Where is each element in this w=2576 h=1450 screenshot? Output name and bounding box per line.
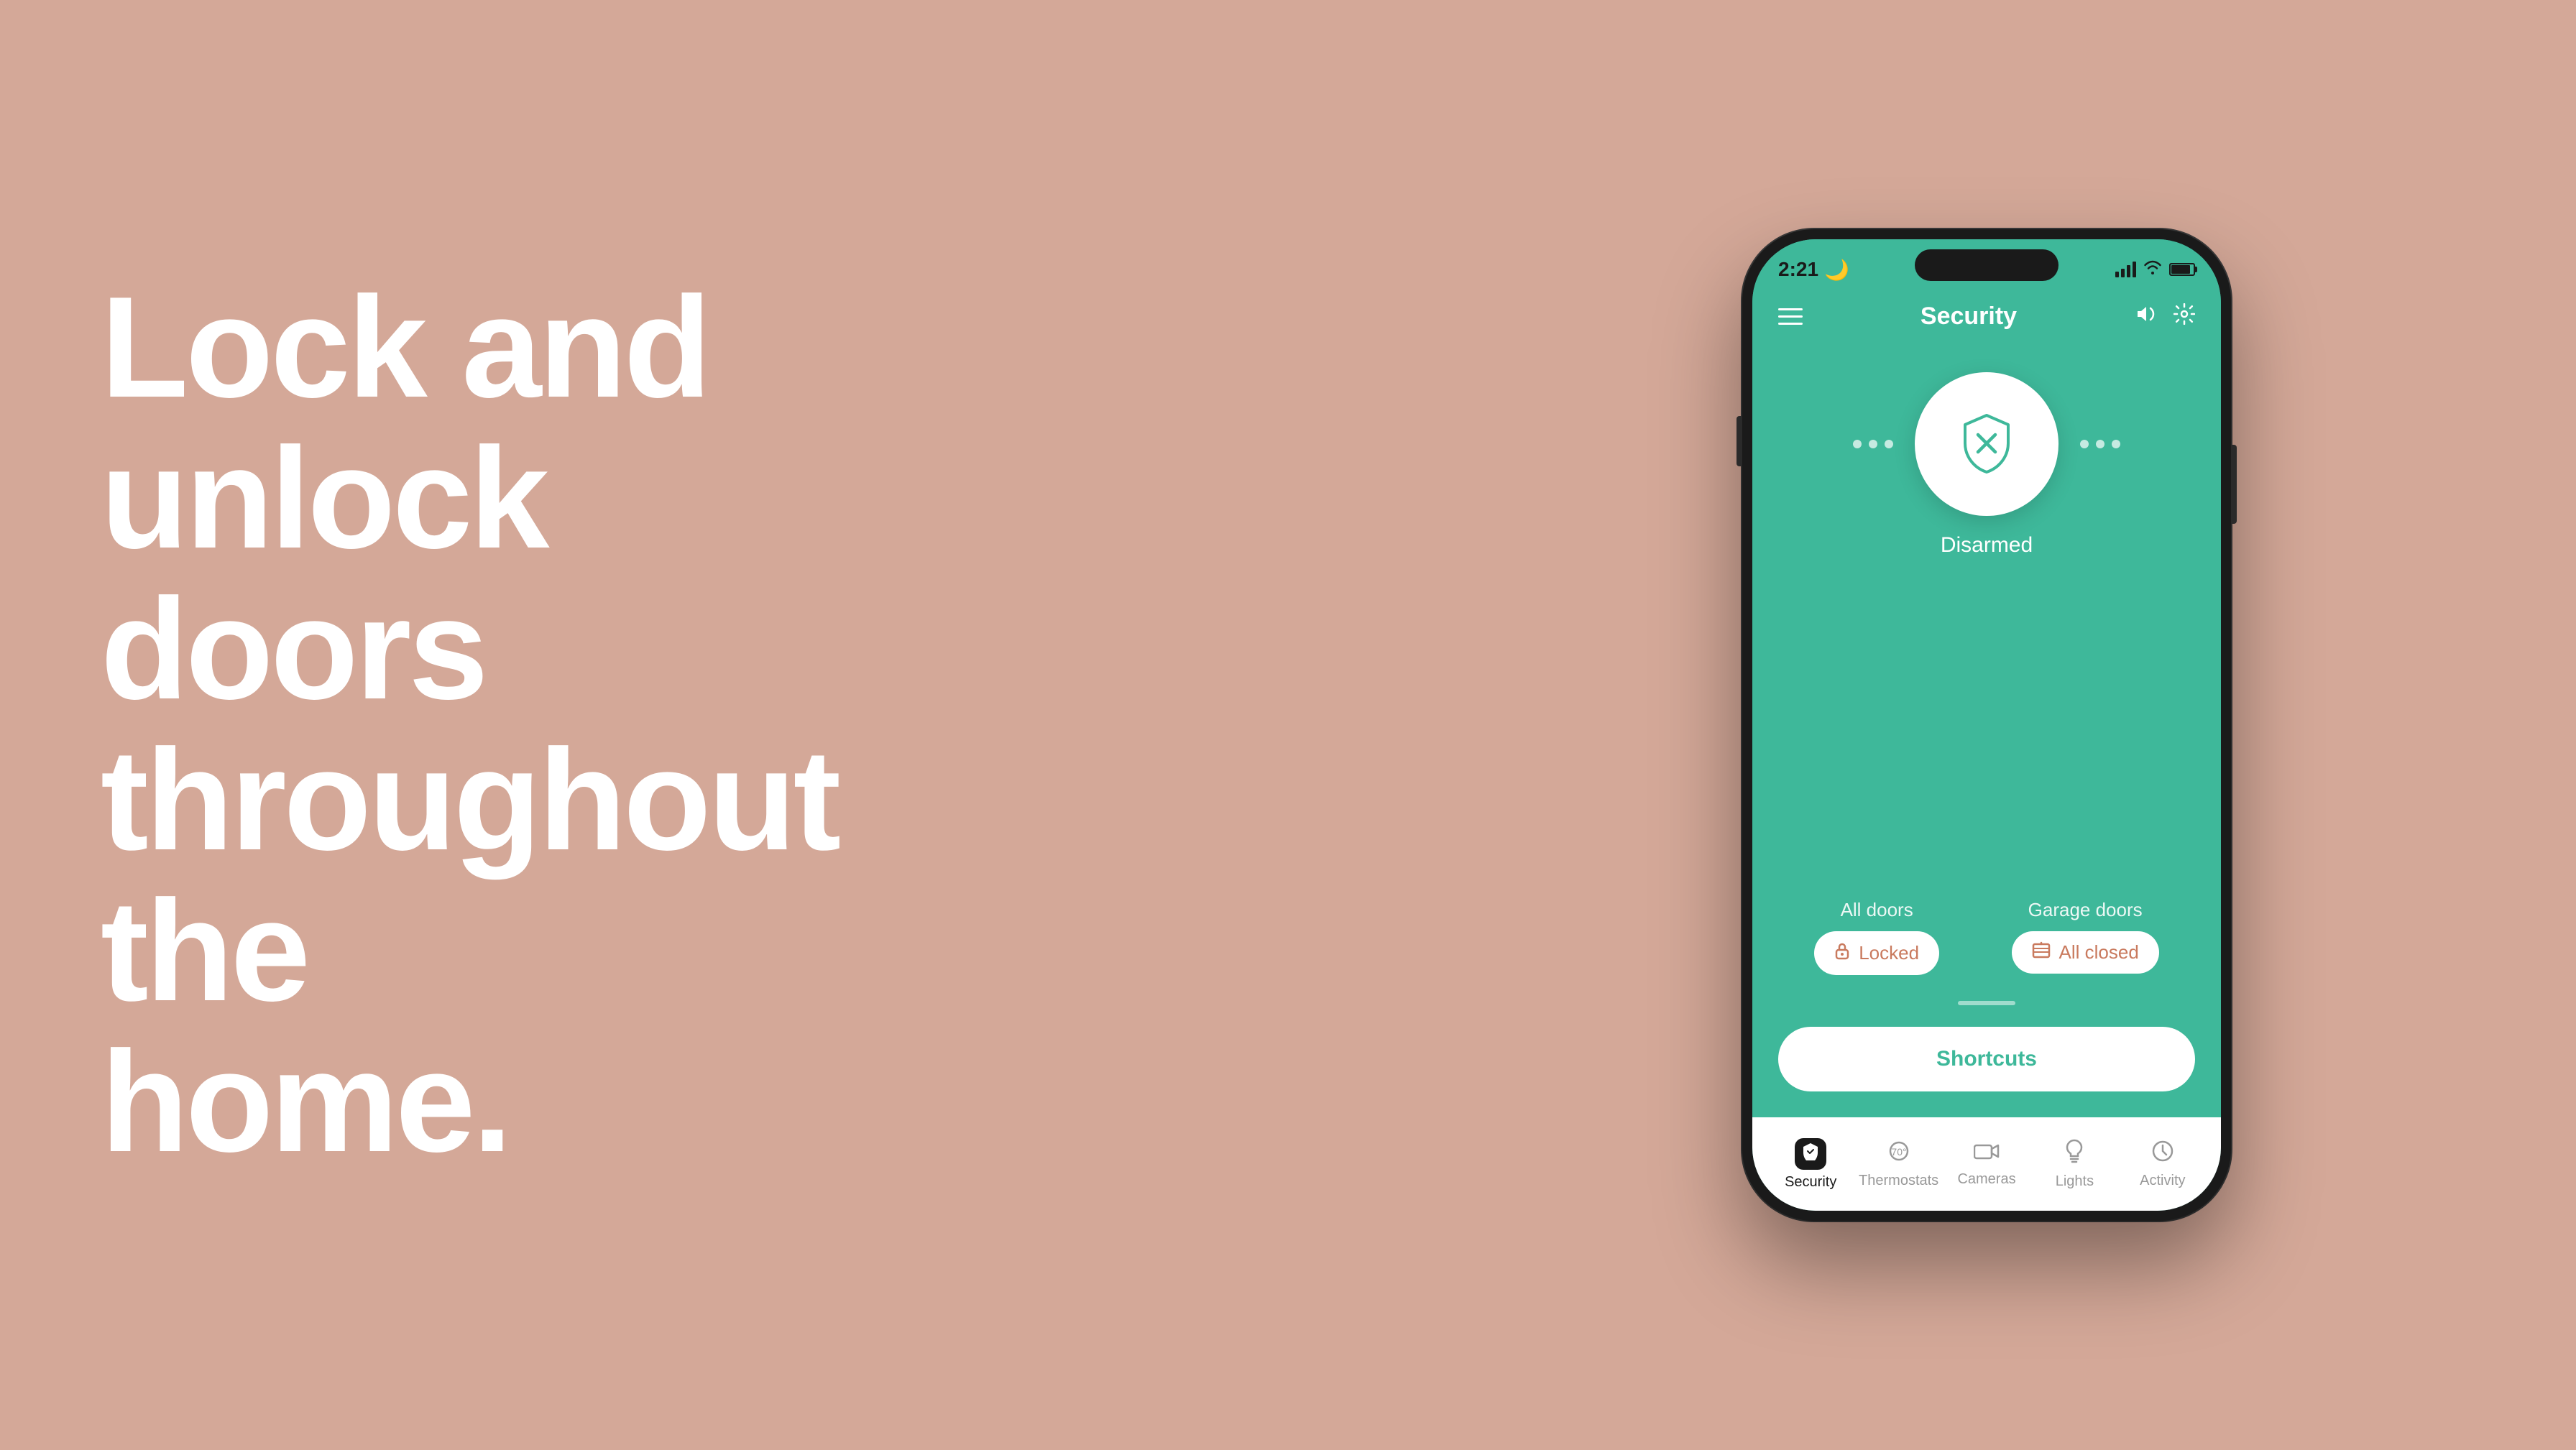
garage-doors-label: Garage doors — [2028, 899, 2143, 921]
signal-bars — [2115, 262, 2136, 277]
all-doors-status: Locked — [1859, 942, 1919, 964]
signal-bar-4 — [2133, 262, 2136, 277]
hamburger-line-2 — [1778, 315, 1803, 318]
wifi-icon — [2143, 259, 2162, 280]
svg-text:70°: 70° — [1891, 1146, 1906, 1158]
garage-doors-badge[interactable]: All closed — [2012, 931, 2159, 974]
scroll-indicator — [1958, 1001, 2015, 1005]
hamburger-line-1 — [1778, 308, 1803, 310]
dot-4 — [2080, 440, 2089, 448]
signal-bar-1 — [2115, 272, 2119, 277]
hero-line1: Lock and — [101, 267, 709, 428]
garage-doors-group: Garage doors All closed — [2012, 899, 2159, 975]
app-header: Security — [1752, 290, 2221, 343]
all-doors-badge[interactable]: Locked — [1814, 931, 1939, 975]
dynamic-island — [1915, 249, 2058, 281]
status-time: 2:21 🌙 — [1778, 258, 1849, 282]
hero-line2: unlock — [101, 418, 547, 578]
background: Lock and unlock doors throughout the hom… — [0, 0, 2576, 1450]
bottom-nav: Security 70° Thermostats — [1752, 1117, 2221, 1211]
signal-bar-2 — [2121, 269, 2125, 277]
cameras-nav-label: Cameras — [1957, 1171, 2015, 1188]
security-nav-label: Security — [1785, 1174, 1836, 1191]
nav-item-lights[interactable]: Lights — [2030, 1139, 2118, 1190]
hamburger-line-3 — [1778, 323, 1803, 325]
all-doors-label: All doors — [1841, 899, 1913, 921]
nav-item-activity[interactable]: Activity — [2119, 1140, 2207, 1189]
activity-nav-label: Activity — [2140, 1173, 2185, 1189]
security-ring-wrapper — [1853, 372, 2120, 516]
page-title: Security — [1920, 303, 2017, 331]
security-section: Disarmed — [1778, 372, 2195, 558]
hero-line3: doors — [101, 569, 486, 729]
shortcuts-label: Shortcuts — [1936, 1047, 2037, 1071]
battery-icon — [2169, 263, 2195, 276]
dot-5 — [2096, 440, 2104, 448]
dot-6 — [2112, 440, 2120, 448]
header-actions — [2135, 303, 2195, 330]
menu-button[interactable] — [1778, 308, 1803, 325]
dot-2 — [1869, 440, 1877, 448]
garage-doors-status: All closed — [2059, 941, 2139, 964]
security-nav-icon — [1801, 1142, 1820, 1165]
signal-bar-3 — [2127, 265, 2130, 277]
nav-item-security[interactable]: Security — [1767, 1138, 1854, 1191]
lock-icon — [1834, 941, 1850, 965]
thermostats-nav-label: Thermostats — [1859, 1173, 1938, 1189]
dots-right — [2080, 440, 2120, 448]
settings-icon[interactable] — [2174, 303, 2195, 330]
doors-section: All doors Locked — [1778, 899, 2195, 975]
status-icons — [2115, 259, 2195, 280]
phone-mockup: 2:21 🌙 — [1742, 229, 2231, 1221]
activity-nav-icon — [2151, 1140, 2174, 1168]
moon-icon: 🌙 — [1824, 258, 1849, 282]
hero-text: Lock and unlock doors throughout the hom… — [101, 272, 748, 1178]
nav-item-cameras[interactable]: Cameras — [1943, 1140, 2030, 1188]
dot-3 — [1885, 440, 1893, 448]
dot-1 — [1853, 440, 1862, 448]
phone-frame: 2:21 🌙 — [1742, 229, 2231, 1221]
nav-active-indicator — [1795, 1138, 1826, 1170]
thermostats-nav-icon: 70° — [1887, 1140, 1910, 1168]
hero-line4: throughout — [101, 720, 838, 880]
status-bar: 2:21 🌙 — [1752, 239, 2221, 290]
app-content: Disarmed All doors — [1752, 343, 2221, 1117]
shield-x-icon — [1954, 412, 2019, 476]
lights-nav-label: Lights — [2056, 1173, 2094, 1190]
nav-item-thermostats[interactable]: 70° Thermostats — [1854, 1140, 1942, 1189]
phone-screen: 2:21 🌙 — [1752, 239, 2221, 1211]
shortcuts-button[interactable]: Shortcuts — [1778, 1027, 2195, 1091]
sound-icon[interactable] — [2135, 304, 2156, 329]
battery-fill — [2171, 265, 2190, 274]
cameras-nav-icon — [1974, 1140, 2000, 1167]
security-status: Disarmed — [1941, 533, 2033, 558]
security-button[interactable] — [1915, 372, 2058, 516]
garage-icon — [2032, 941, 2051, 964]
lights-nav-icon — [2064, 1139, 2084, 1169]
dots-left — [1853, 440, 1893, 448]
all-doors-group: All doors Locked — [1814, 899, 1939, 975]
hero-line5: the home. — [101, 871, 510, 1182]
time-display: 2:21 — [1778, 258, 1818, 281]
